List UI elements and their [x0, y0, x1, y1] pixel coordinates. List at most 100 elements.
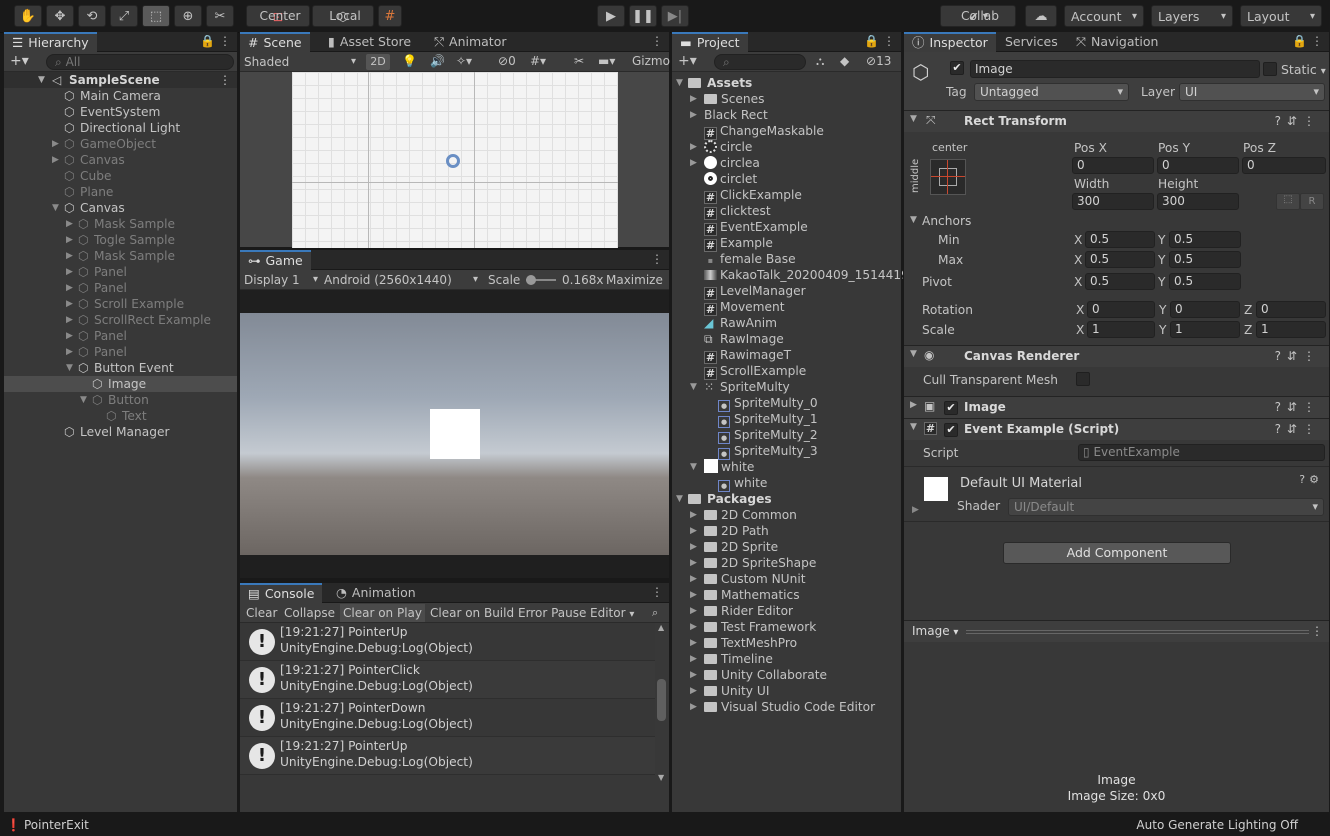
- rect-transform-header[interactable]: ▼ ⤧ Rect Transform ?⇵⋮: [904, 110, 1329, 132]
- project-root-assets[interactable]: ▼ Assets: [672, 75, 901, 91]
- console-log-entry[interactable]: ! [19:21:27] PointerDown UnityEngine.Debug…: [240, 699, 655, 737]
- expand-arrow-icon[interactable]: ▶: [690, 107, 697, 123]
- rotate-tool-icon[interactable]: ⟲: [78, 5, 106, 27]
- project-package-item[interactable]: ▶ Test Framework: [672, 619, 901, 635]
- layer-dropdown[interactable]: UI: [1179, 83, 1325, 101]
- height-field[interactable]: 300: [1157, 193, 1239, 210]
- expand-arrow-icon[interactable]: ▶: [66, 328, 73, 344]
- tab-animation[interactable]: ◔ Animation: [328, 583, 424, 603]
- project-package-item[interactable]: ▶ TextMeshPro: [672, 635, 901, 651]
- active-checkbox[interactable]: ✔: [950, 61, 964, 75]
- transform-tool-icon[interactable]: ⊕: [174, 5, 202, 27]
- hidden-packages-icon[interactable]: ⊘13: [866, 54, 891, 68]
- hierarchy-item[interactable]: ▶ ⬡ ScrollRect Example: [4, 312, 237, 328]
- expand-arrow-icon[interactable]: ▶: [66, 296, 73, 312]
- pos-z-field[interactable]: 0: [1242, 157, 1326, 174]
- console-log-entry[interactable]: ! [19:21:27] PointerUp UnityEngine.Debug:L…: [240, 623, 655, 661]
- tab-animator[interactable]: ⤲ Animator: [426, 32, 515, 52]
- project-package-item[interactable]: ▶ Unity UI: [672, 683, 901, 699]
- expand-arrow-icon[interactable]: ▶: [690, 603, 697, 619]
- project-asset-item[interactable]: ◢ RawAnim: [672, 315, 901, 331]
- expand-arrow-icon[interactable]: ▼: [52, 200, 59, 216]
- help-settings-menu-icon[interactable]: ?⇵⋮: [1275, 422, 1321, 436]
- project-asset-item[interactable]: # clicktest: [672, 203, 901, 220]
- project-asset-item[interactable]: ● SpriteMulty_1: [672, 411, 901, 428]
- shading-dropdown[interactable]: Shaded ▾: [244, 54, 358, 70]
- project-package-item[interactable]: ▶ 2D SpriteShape: [672, 555, 901, 571]
- material-swatch[interactable]: [924, 477, 948, 501]
- account-dropdown[interactable]: Account ▾: [1064, 5, 1144, 27]
- hierarchy-item[interactable]: ▶ ⬡ Panel: [4, 344, 237, 360]
- gizmos-dropdown[interactable]: Gizmo: [632, 54, 670, 68]
- console-log-entry[interactable]: ! [19:21:27] PointerClick UnityEngine.Debu…: [240, 661, 655, 699]
- expand-arrow-icon[interactable]: ▼: [690, 459, 697, 475]
- project-asset-item[interactable]: ⧉ RawImage: [672, 331, 901, 347]
- hierarchy-item[interactable]: ▶ ⬡ Panel: [4, 280, 237, 296]
- tab-inspector[interactable]: ⓘ Inspector: [904, 32, 996, 52]
- search-icon[interactable]: ⌕: [652, 605, 658, 621]
- camera-icon[interactable]: ▬▾: [598, 54, 615, 68]
- tab-game[interactable]: ⊶ Game: [240, 250, 311, 270]
- expand-arrow-icon[interactable]: ▶: [690, 571, 697, 587]
- collab-dropdown[interactable]: ✔ Collab ▾: [940, 5, 1016, 27]
- tab-console[interactable]: ▤ Console: [240, 583, 323, 603]
- project-asset-item[interactable]: # ChangeMaskable: [672, 123, 901, 140]
- width-field[interactable]: 300: [1072, 193, 1154, 210]
- foldout-arrow-icon[interactable]: ▼: [910, 422, 917, 432]
- cull-transparent-mesh-checkbox[interactable]: [1076, 372, 1090, 386]
- hierarchy-item[interactable]: ▼ ⬡ Canvas: [4, 200, 237, 216]
- custom-tool-icon[interactable]: ✂: [206, 5, 234, 27]
- scale-slider-handle[interactable]: [526, 275, 536, 285]
- expand-arrow-icon[interactable]: ▼: [690, 379, 697, 395]
- expand-arrow-icon[interactable]: ▶: [66, 216, 73, 232]
- expand-arrow-icon[interactable]: ▶: [690, 587, 697, 603]
- scrollbar-thumb[interactable]: [657, 679, 666, 721]
- project-package-item[interactable]: ▶ 2D Sprite: [672, 539, 901, 555]
- expand-arrow-icon[interactable]: ▼: [38, 72, 45, 88]
- project-asset-item[interactable]: circlet: [672, 171, 901, 187]
- expand-arrow-icon[interactable]: ▶: [52, 136, 59, 152]
- help-settings-menu-icon[interactable]: ?⇵⋮: [1275, 400, 1321, 414]
- expand-arrow-icon[interactable]: ▶: [690, 523, 697, 539]
- project-asset-item[interactable]: # Movement: [672, 299, 901, 316]
- move-tool-icon[interactable]: ✥: [46, 5, 74, 27]
- status-message[interactable]: PointerExit: [24, 818, 89, 832]
- project-package-item[interactable]: ▶ Rider Editor: [672, 603, 901, 619]
- menu-icon[interactable]: ⋮: [651, 585, 663, 599]
- clear-on-play-toggle[interactable]: Clear on Play: [340, 604, 425, 622]
- project-asset-item[interactable]: ● SpriteMulty_0: [672, 395, 901, 412]
- audio-icon[interactable]: 🔊: [430, 54, 445, 68]
- scale-tool-icon[interactable]: ⤢: [110, 5, 138, 27]
- menu-icon[interactable]: ⋮: [651, 34, 663, 48]
- help-settings-menu-icon[interactable]: ?⇵⋮: [1275, 349, 1321, 363]
- project-asset-item[interactable]: ● SpriteMulty_2: [672, 427, 901, 444]
- hierarchy-item[interactable]: ⬡ EventSystem: [4, 104, 237, 120]
- event-example-header[interactable]: ▼ # ✔ Event Example (Script) ?⇵⋮: [904, 418, 1329, 440]
- anchor-min-x-field[interactable]: 0.5: [1085, 231, 1155, 248]
- expand-arrow-icon[interactable]: ▶: [690, 667, 697, 683]
- canvas-renderer-header[interactable]: ▼ ◉ Canvas Renderer ?⇵⋮: [904, 345, 1329, 367]
- add-icon[interactable]: +▾: [678, 53, 697, 69]
- rotation-x-field[interactable]: 0: [1087, 301, 1155, 318]
- hierarchy-item[interactable]: ▶ ⬡ Mask Sample: [4, 216, 237, 232]
- hierarchy-item[interactable]: ▶ ⬡ Canvas: [4, 152, 237, 168]
- grid-snap-icon[interactable]: #: [378, 5, 402, 27]
- resolution-dropdown[interactable]: Android (2560x1440) ▾: [324, 272, 480, 288]
- static-checkbox[interactable]: [1263, 62, 1277, 76]
- pause-icon[interactable]: ❚❚: [629, 5, 657, 27]
- scale-slider-track[interactable]: [526, 275, 556, 285]
- scroll-down-icon[interactable]: ▼: [658, 773, 664, 782]
- foldout-arrow-icon[interactable]: ▶: [910, 400, 917, 410]
- anchor-min-y-field[interactable]: 0.5: [1169, 231, 1241, 248]
- preview-dropdown[interactable]: Image ▾: [912, 624, 958, 638]
- pivot-x-field[interactable]: 0.5: [1085, 273, 1155, 290]
- blueprint-mode-button[interactable]: ⬚: [1276, 193, 1300, 210]
- expand-arrow-icon[interactable]: ▶: [690, 619, 697, 635]
- pivot-y-field[interactable]: 0.5: [1169, 273, 1241, 290]
- filter-by-type-icon[interactable]: ⛬: [816, 54, 824, 69]
- display-dropdown[interactable]: Display 1 ▾: [244, 272, 320, 288]
- pos-y-field[interactable]: 0: [1157, 157, 1239, 174]
- foldout-arrow-icon[interactable]: ▶: [912, 505, 919, 515]
- project-asset-item[interactable]: # RawimageT: [672, 347, 901, 364]
- hierarchy-item[interactable]: ▶ ⬡ GameObject: [4, 136, 237, 152]
